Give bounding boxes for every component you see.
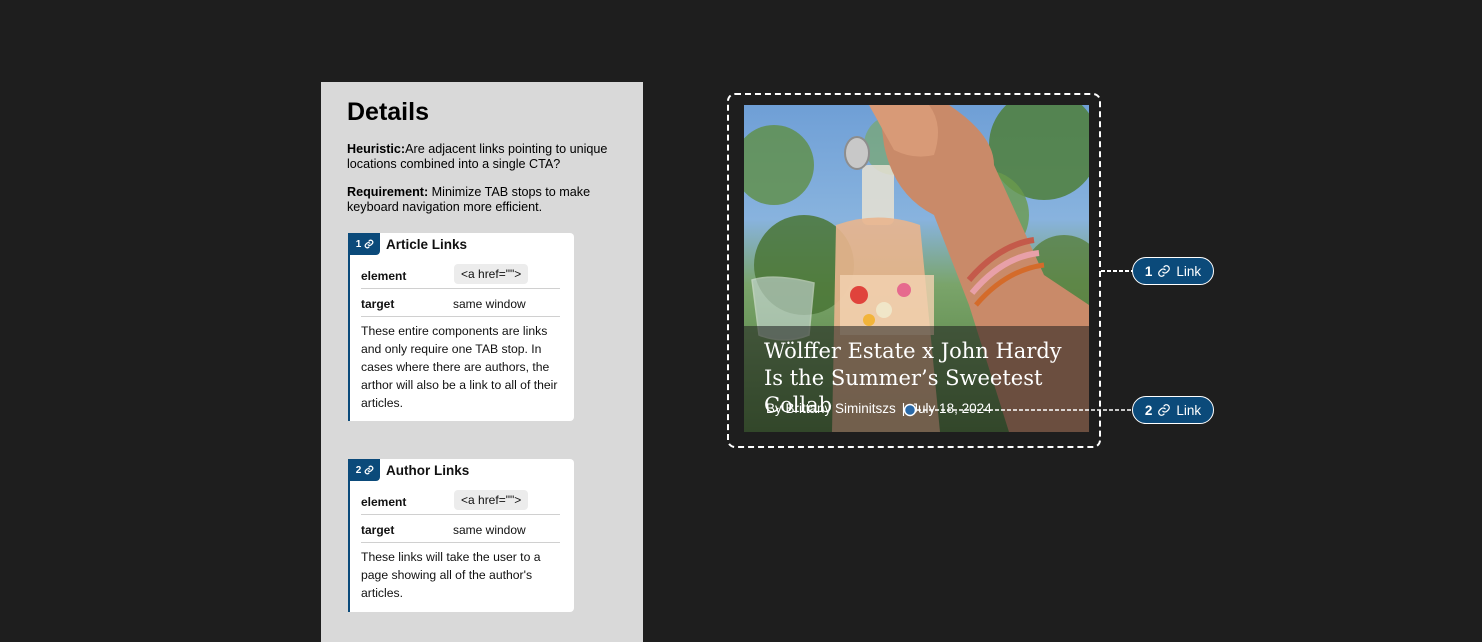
callout-number: 2	[1144, 402, 1153, 418]
link-callout-1: 1 Link	[1132, 257, 1214, 285]
connector-lines	[903, 270, 1133, 417]
link-icon	[1158, 265, 1171, 277]
callout-label: Link	[1176, 263, 1202, 279]
link-icon	[1158, 404, 1171, 416]
callout-number: 1	[1144, 263, 1153, 279]
link-callout-2: 2 Link	[1132, 396, 1214, 424]
callout-label: Link	[1176, 402, 1202, 418]
